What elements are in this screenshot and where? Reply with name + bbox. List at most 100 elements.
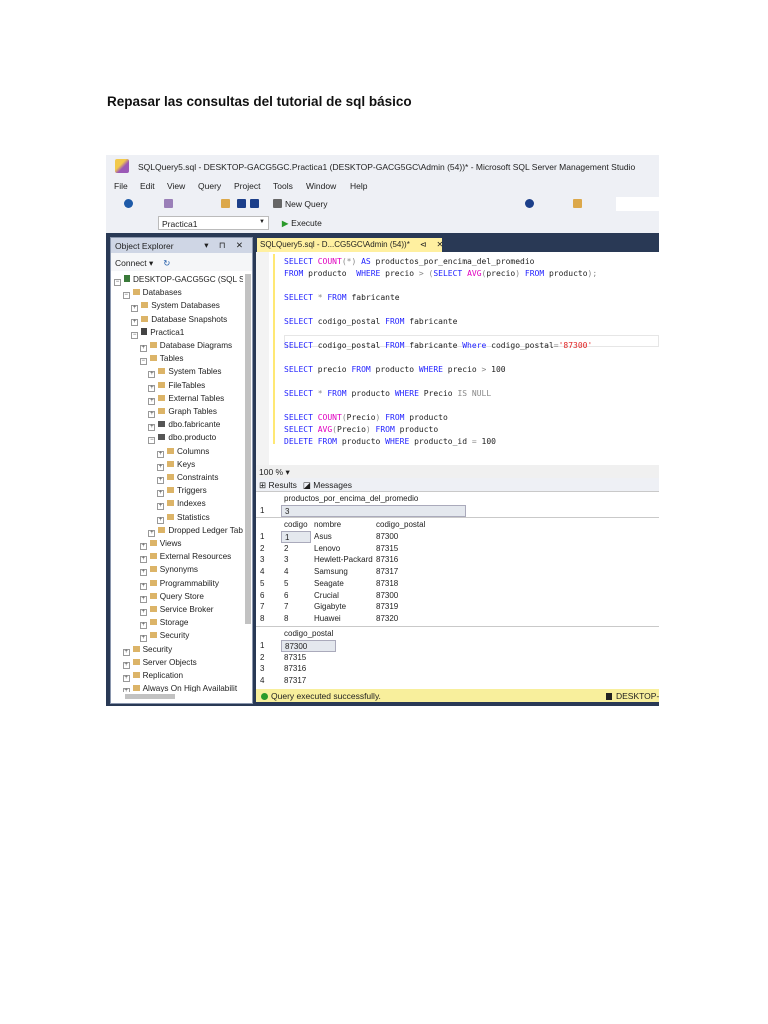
row-number[interactable]: 6 xyxy=(257,590,264,602)
tab-sqlquery5[interactable]: SQLQuery5.sql - D...CG5GC\Admin (54))* ⊲ ✕ xyxy=(257,238,443,252)
expand-icon[interactable]: + xyxy=(157,477,164,484)
table-cell[interactable]: Hewlett-Packard xyxy=(311,554,373,566)
tab-messages[interactable]: Messages xyxy=(313,480,352,490)
row-number[interactable]: 1 xyxy=(257,505,264,517)
row-number[interactable]: 1 xyxy=(257,531,264,543)
expand-icon[interactable]: + xyxy=(139,635,147,643)
expand-icon[interactable]: + xyxy=(148,397,156,405)
tree-item[interactable]: + Replication xyxy=(122,670,183,682)
table-cell[interactable]: Gigabyte xyxy=(311,601,373,613)
expand-icon[interactable]: + xyxy=(139,345,147,352)
expand-icon[interactable]: + xyxy=(139,543,147,550)
row-number[interactable]: 4 xyxy=(257,566,264,578)
tree-item[interactable]: − DESKTOP-GACG5GC (SQL Ser xyxy=(114,274,243,286)
expand-icon[interactable]: + xyxy=(157,503,164,511)
tree-item[interactable]: + Storage xyxy=(139,617,188,630)
table-cell[interactable]: 87300 xyxy=(373,531,425,543)
new-query-button[interactable]: New Query xyxy=(285,199,328,209)
table-cell[interactable]: 5 xyxy=(281,578,311,590)
table-cell[interactable]: 87316 xyxy=(281,663,336,675)
table-cell[interactable]: Crucial xyxy=(311,590,373,602)
row-number[interactable]: 8 xyxy=(257,613,264,625)
column-header[interactable]: codigo_postal xyxy=(281,628,333,640)
row-number[interactable]: 2 xyxy=(257,652,264,664)
tree-item[interactable]: + Synonyms xyxy=(139,564,198,577)
table-cell[interactable]: 87300 xyxy=(373,590,425,602)
panel-controls[interactable]: ▾ ⊓ ✕ xyxy=(204,240,247,251)
table-cell[interactable]: 87316 xyxy=(373,554,425,566)
open-icon[interactable] xyxy=(221,199,230,208)
tree-item[interactable]: + System Tables xyxy=(148,366,221,379)
menu-tools[interactable]: Tools xyxy=(273,181,293,191)
database-select[interactable]: Practica1 ▼ xyxy=(158,216,269,230)
expand-icon[interactable]: + xyxy=(148,529,156,537)
table-cell[interactable]: 4 xyxy=(281,566,311,578)
table-cell[interactable]: 7 xyxy=(281,601,311,613)
expand-icon[interactable]: + xyxy=(139,569,147,577)
expand-icon[interactable]: + xyxy=(139,609,147,616)
expand-icon[interactable]: + xyxy=(122,661,130,669)
tree-item[interactable]: + Indexes xyxy=(157,498,206,511)
tree-item[interactable]: + FileTables xyxy=(148,380,205,392)
tree-item[interactable]: + Security xyxy=(122,644,172,656)
tree-item[interactable]: + Database Snapshots xyxy=(131,314,227,326)
tree-item[interactable]: − dbo.producto xyxy=(148,432,216,445)
expand-icon[interactable]: + xyxy=(148,384,156,392)
row-number[interactable]: 4 xyxy=(257,675,264,687)
expand-icon[interactable]: + xyxy=(148,424,156,432)
table-cell[interactable]: 87315 xyxy=(281,652,336,664)
table-cell[interactable]: 87317 xyxy=(281,675,336,687)
expand-icon[interactable]: + xyxy=(139,556,147,564)
table-cell[interactable]: 87315 xyxy=(373,543,425,555)
menu-query[interactable]: Query xyxy=(198,181,221,191)
table-cell[interactable]: 87318 xyxy=(373,578,425,590)
menu-edit[interactable]: Edit xyxy=(140,181,155,191)
row-number[interactable]: 2 xyxy=(257,543,264,555)
tree-item[interactable]: − Tables xyxy=(139,353,183,366)
row-number[interactable]: 1 xyxy=(257,640,264,652)
table-cell[interactable]: Asus xyxy=(311,531,373,543)
tree-item[interactable]: + Security xyxy=(139,630,189,643)
row-number[interactable]: 3 xyxy=(257,663,264,675)
menu-project[interactable]: Project xyxy=(234,181,260,191)
table-cell[interactable]: Samsung xyxy=(311,566,373,578)
query-editor[interactable]: SELECT COUNT(*) AS productos_por_encima_… xyxy=(256,252,659,465)
zoom-select[interactable]: 100 % xyxy=(259,467,283,477)
expand-icon[interactable]: + xyxy=(139,595,147,603)
expand-icon[interactable]: + xyxy=(148,371,156,379)
tree-item[interactable]: + Database Diagrams xyxy=(139,340,232,352)
row-number[interactable]: 7 xyxy=(257,601,264,613)
vertical-scrollbar[interactable] xyxy=(245,274,251,624)
new-project-icon[interactable] xyxy=(164,199,173,208)
menu-help[interactable]: Help xyxy=(350,181,367,191)
connect-button[interactable]: Connect ▾ xyxy=(115,258,153,268)
column-header[interactable]: nombre xyxy=(311,519,341,531)
collapse-icon[interactable]: − xyxy=(139,358,147,366)
tree-item[interactable]: + Triggers xyxy=(157,485,207,498)
tree-item[interactable]: − Practica1 xyxy=(131,327,184,339)
menu-file[interactable]: File xyxy=(114,181,128,191)
table-cell[interactable]: Seagate xyxy=(311,578,373,590)
expand-icon[interactable]: + xyxy=(139,582,147,590)
expand-icon[interactable]: + xyxy=(122,675,130,682)
column-header[interactable]: codigo_postal xyxy=(373,519,425,531)
save-all-icon[interactable] xyxy=(250,199,259,208)
tree-item[interactable]: + Dropped Ledger Tab xyxy=(148,525,243,537)
tree-item[interactable]: + Statistics xyxy=(157,512,210,524)
collapse-icon[interactable]: − xyxy=(131,331,139,339)
expand-icon[interactable]: + xyxy=(122,648,130,656)
table-cell[interactable]: 87319 xyxy=(373,601,425,613)
column-header[interactable]: productos_por_encima_del_promedio xyxy=(281,493,418,505)
find-icon[interactable] xyxy=(573,199,582,208)
tree-item[interactable]: + Always On High Availabilit xyxy=(122,683,237,692)
expand-icon[interactable]: + xyxy=(131,305,139,313)
save-icon[interactable] xyxy=(237,199,246,208)
table-cell[interactable]: Huawei xyxy=(311,613,373,625)
expand-icon[interactable]: + xyxy=(122,688,130,692)
undo-icon[interactable] xyxy=(525,199,534,208)
table-cell[interactable]: 87317 xyxy=(373,566,425,578)
expand-icon[interactable]: + xyxy=(157,516,164,524)
expand-icon[interactable]: + xyxy=(157,490,164,498)
table-cell[interactable]: Lenovo xyxy=(311,543,373,555)
tab-results[interactable]: Results xyxy=(268,480,296,490)
